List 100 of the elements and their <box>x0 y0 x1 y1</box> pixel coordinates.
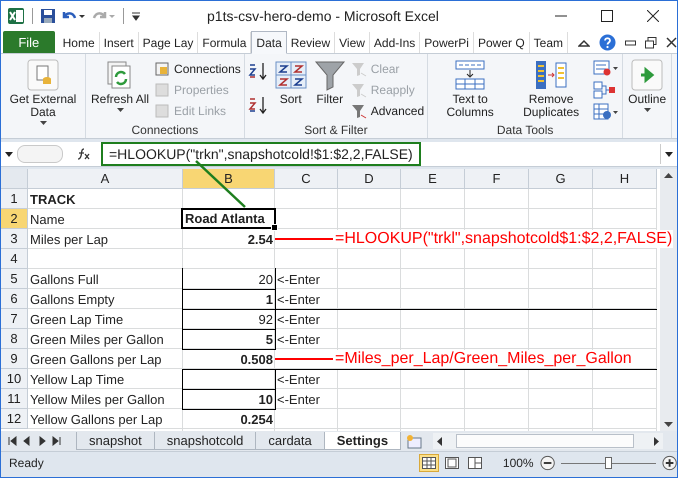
row-header[interactable]: 2 <box>1 209 28 229</box>
column-header[interactable]: F <box>465 169 529 189</box>
insert-function-icon[interactable] <box>77 148 91 160</box>
row-header[interactable]: 9 <box>1 349 28 369</box>
save-icon[interactable] <box>40 8 56 24</box>
file-tab[interactable]: File <box>3 31 55 53</box>
ribbon-tab[interactable]: Page Lay <box>138 32 198 53</box>
close-icon[interactable] <box>666 37 677 48</box>
column-header[interactable]: H <box>593 169 657 189</box>
ribbon-button[interactable]: Get External Data <box>4 57 82 125</box>
ribbon-tab[interactable]: PowerPi <box>420 32 474 53</box>
column-header[interactable]: D <box>338 169 401 189</box>
close-icon[interactable] <box>647 10 659 22</box>
cell-text: <-Enter <box>276 312 321 327</box>
cell-text: Name <box>29 212 66 226</box>
ribbon-button[interactable]: Sort <box>272 57 309 106</box>
cell-text: 20 <box>258 272 274 286</box>
cell-text: 10 <box>258 392 274 406</box>
row-header[interactable]: 5 <box>1 269 28 289</box>
ribbon-button[interactable]: Remove Duplicates <box>512 57 590 119</box>
row-header[interactable]: 12 <box>1 409 28 429</box>
caret-icon <box>40 121 46 125</box>
row-header[interactable]: 6 <box>1 289 28 309</box>
ribbon-button[interactable]: Refresh All <box>89 57 152 112</box>
row-header[interactable]: 8 <box>1 329 28 349</box>
cell-text: 0.508 <box>239 352 274 366</box>
row-header[interactable]: 11 <box>1 389 28 409</box>
restore-icon[interactable] <box>645 36 657 48</box>
insert-sheet-icon[interactable] <box>405 433 424 449</box>
row-header[interactable]: 7 <box>1 309 28 329</box>
sort-icon <box>274 59 307 91</box>
row-header[interactable]: 4 <box>1 249 28 269</box>
group-label: Data Tools <box>496 123 554 138</box>
cell-text: Gallons Empty <box>29 292 116 306</box>
ribbon-tab[interactable]: Power Q <box>474 32 530 53</box>
ribbon-tab[interactable]: Team <box>530 32 568 53</box>
data-validation-icon[interactable] <box>593 59 620 77</box>
row-header[interactable]: 3 <box>1 229 28 249</box>
document-icon <box>154 60 170 76</box>
column-header[interactable]: A <box>28 169 183 189</box>
scroll-down-icon[interactable] <box>664 422 673 427</box>
ribbon-button[interactable]: Connections <box>154 59 241 78</box>
cell-text: <-Enter <box>276 292 321 306</box>
help-icon[interactable] <box>599 34 616 51</box>
maximize-icon[interactable] <box>601 10 613 22</box>
group-label: Connections <box>130 123 200 138</box>
scroll-left-icon[interactable] <box>437 436 442 446</box>
cell-text: Yellow Lap Time <box>29 372 126 386</box>
selected-cell[interactable]: Road Atlanta <box>181 208 276 229</box>
scroll-up-icon[interactable] <box>664 173 673 178</box>
cell-text: <-Enter <box>276 332 321 346</box>
horizontal-scrollbar[interactable] <box>433 433 663 449</box>
group-label: Sort & Filter <box>303 123 369 138</box>
column-header[interactable]: G <box>529 169 593 189</box>
ribbon-button[interactable]: Outline <box>626 57 668 112</box>
sheet-tab[interactable]: Settings <box>324 432 402 450</box>
zoom-out-icon[interactable] <box>540 455 555 471</box>
scroll-thumb[interactable] <box>456 434 634 448</box>
ribbon-button[interactable]: Advanced <box>350 101 424 120</box>
ribbon-tab[interactable]: Home <box>58 32 100 53</box>
zoom-in-icon[interactable] <box>662 455 677 471</box>
ribbon-tab[interactable]: Insert <box>100 32 139 53</box>
ribbon-tab[interactable]: Data <box>251 31 287 54</box>
ribbon-tab[interactable]: Add-Ins <box>370 32 420 53</box>
funnel-icon <box>314 59 346 91</box>
view-button[interactable] <box>418 454 439 472</box>
cell-text: 5 <box>264 332 274 346</box>
cell-text: 92 <box>258 312 274 327</box>
row-header[interactable]: 10 <box>1 369 28 389</box>
formula-field[interactable]: =HLOOKUP("trkn",snapshotcold!$1:$2,2,FALSE) <box>101 142 421 166</box>
sheet-tab[interactable]: snapshot <box>76 432 155 450</box>
collapse-ribbon-icon[interactable] <box>578 38 590 48</box>
what-if-analysis-icon[interactable] <box>593 103 620 121</box>
cell-text: 1 <box>264 292 274 306</box>
ribbon-tab[interactable]: Review <box>286 32 336 53</box>
cell-text: TRACK <box>29 192 76 206</box>
column-header[interactable]: B <box>183 169 275 189</box>
cell-text: 0.254 <box>239 412 274 426</box>
cell-text: Green Miles per Gallon <box>29 332 165 346</box>
column-header[interactable]: E <box>401 169 465 189</box>
ribbon-button[interactable]: Filter <box>312 57 348 106</box>
ribbon-tab[interactable]: View <box>335 32 370 53</box>
leader-line <box>275 357 333 361</box>
remove-duplicates-icon <box>534 59 568 91</box>
connector-line <box>195 160 247 208</box>
grid-icon <box>422 457 436 469</box>
cell-text: Gallons Full <box>29 272 100 286</box>
funnel-icon <box>350 82 367 98</box>
cell-text: Green Lap Time <box>29 312 124 326</box>
zoom-level[interactable]: 100% <box>502 456 534 470</box>
row-header[interactable]: 1 <box>1 189 28 209</box>
caret-icon <box>644 108 651 112</box>
expand-icon[interactable] <box>665 152 673 156</box>
cell-text: 2.54 <box>246 232 274 246</box>
column-header[interactable]: C <box>275 169 338 189</box>
cell-text: <-Enter <box>276 392 321 406</box>
ribbon-button[interactable]: Text to Columns <box>431 57 510 119</box>
slider-thumb[interactable] <box>605 457 612 469</box>
spreadsheet-icon[interactable] <box>7 6 25 24</box>
scroll-right-icon[interactable] <box>654 436 659 446</box>
